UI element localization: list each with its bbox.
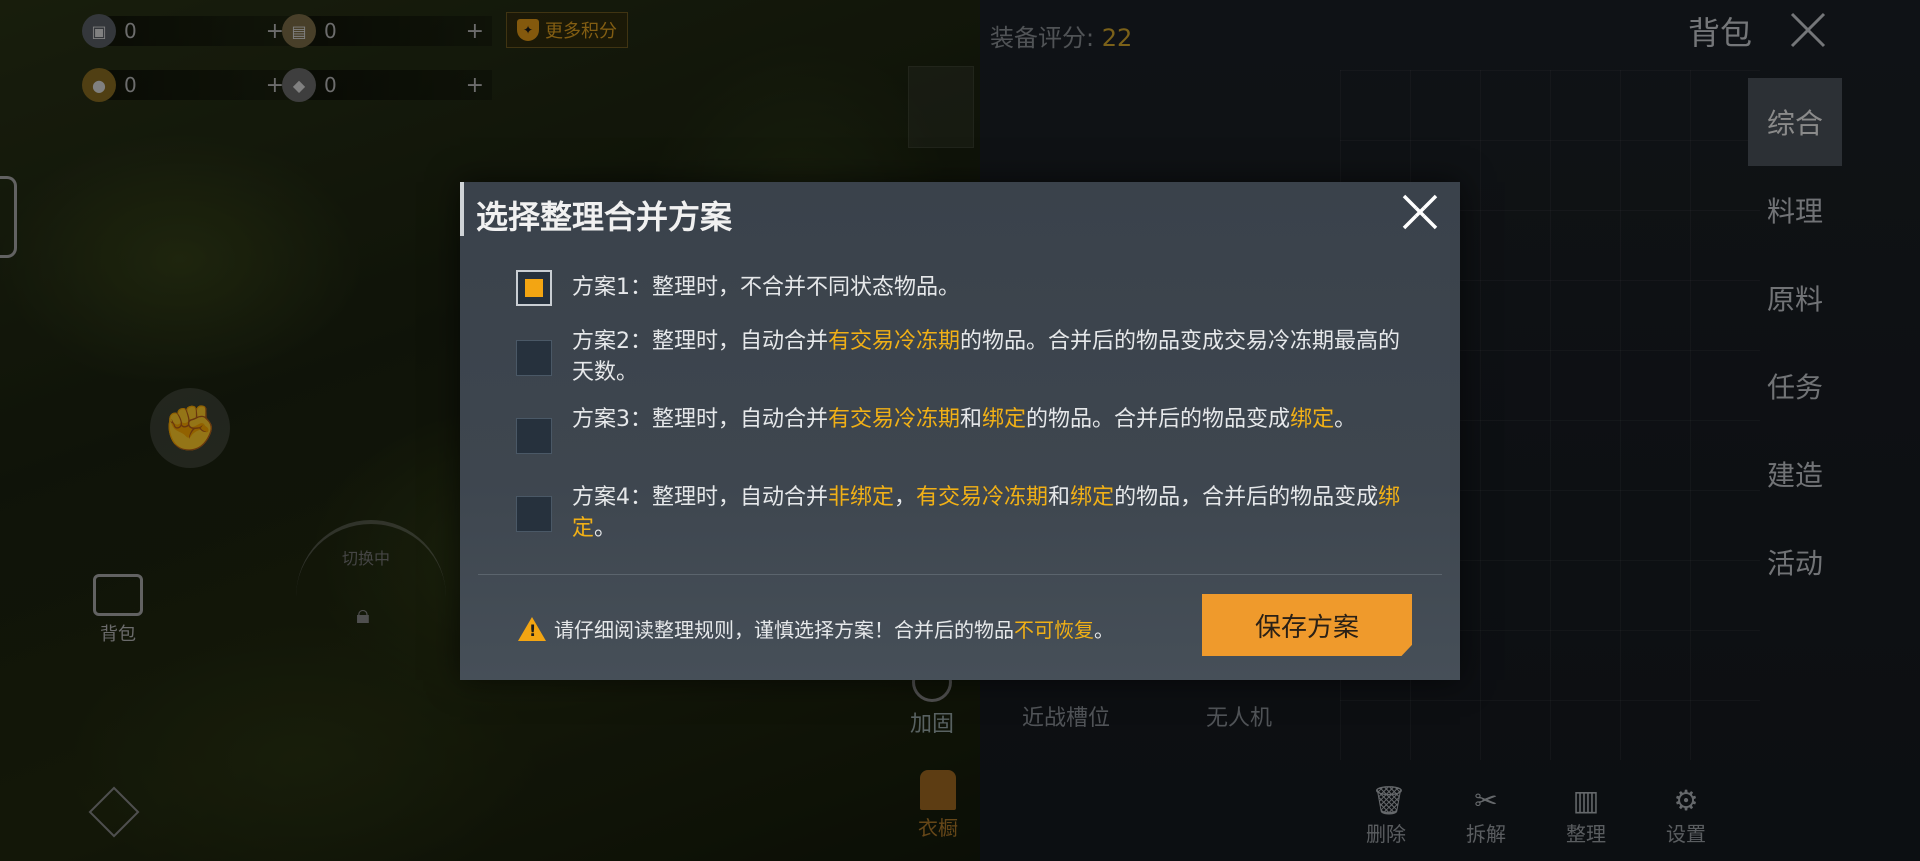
warning-text: 请仔细阅读整理规则，谨慎选择方案！合并后的物品 (554, 618, 1014, 642)
option-3[interactable]: 方案3：整理时，自动合并有交易冷冻期和绑定的物品。合并后的物品变成绑定。 (516, 407, 1416, 484)
dialog-title: 选择整理合并方案 (476, 198, 733, 236)
save-plan-button[interactable]: 保存方案 (1202, 594, 1412, 656)
warning-icon (518, 616, 546, 641)
title-accent (460, 182, 464, 236)
divider (478, 574, 1442, 575)
warning-highlight: 不可恢复 (1014, 618, 1094, 642)
checkbox[interactable] (516, 270, 552, 306)
merge-plan-dialog: 选择整理合并方案 方案1：整理时，不合并不同状态物品。 方案2：整理时，自动合并… (460, 182, 1460, 680)
option-2[interactable]: 方案2：整理时，自动合并有交易冷冻期的物品。合并后的物品变成交易冷冻期最高的天数… (516, 329, 1416, 406)
option-text: 方案3：整理时，自动合并有交易冷冻期和绑定的物品。合并后的物品变成绑定。 (572, 407, 1357, 432)
checkbox[interactable] (516, 418, 552, 454)
checkbox[interactable] (516, 496, 552, 532)
option-text: 方案1：整理时，不合并不同状态物品。 (572, 275, 960, 300)
option-text: 方案4：整理时，自动合并非绑定，有交易冷冻期和绑定的物品，合并后的物品变成绑定。 (572, 485, 1401, 541)
close-icon[interactable] (1400, 192, 1440, 232)
checkbox[interactable] (516, 340, 552, 376)
option-text: 方案2：整理时，自动合并有交易冷冻期的物品。合并后的物品变成交易冷冻期最高的天数… (572, 329, 1401, 385)
warning-message: 请仔细阅读整理规则，谨慎选择方案！合并后的物品不可恢复。 (518, 614, 1114, 643)
option-4[interactable]: 方案4：整理时，自动合并非绑定，有交易冷冻期和绑定的物品，合并后的物品变成绑定。 (516, 485, 1416, 562)
option-1[interactable]: 方案1：整理时，不合并不同状态物品。 (516, 268, 1416, 308)
